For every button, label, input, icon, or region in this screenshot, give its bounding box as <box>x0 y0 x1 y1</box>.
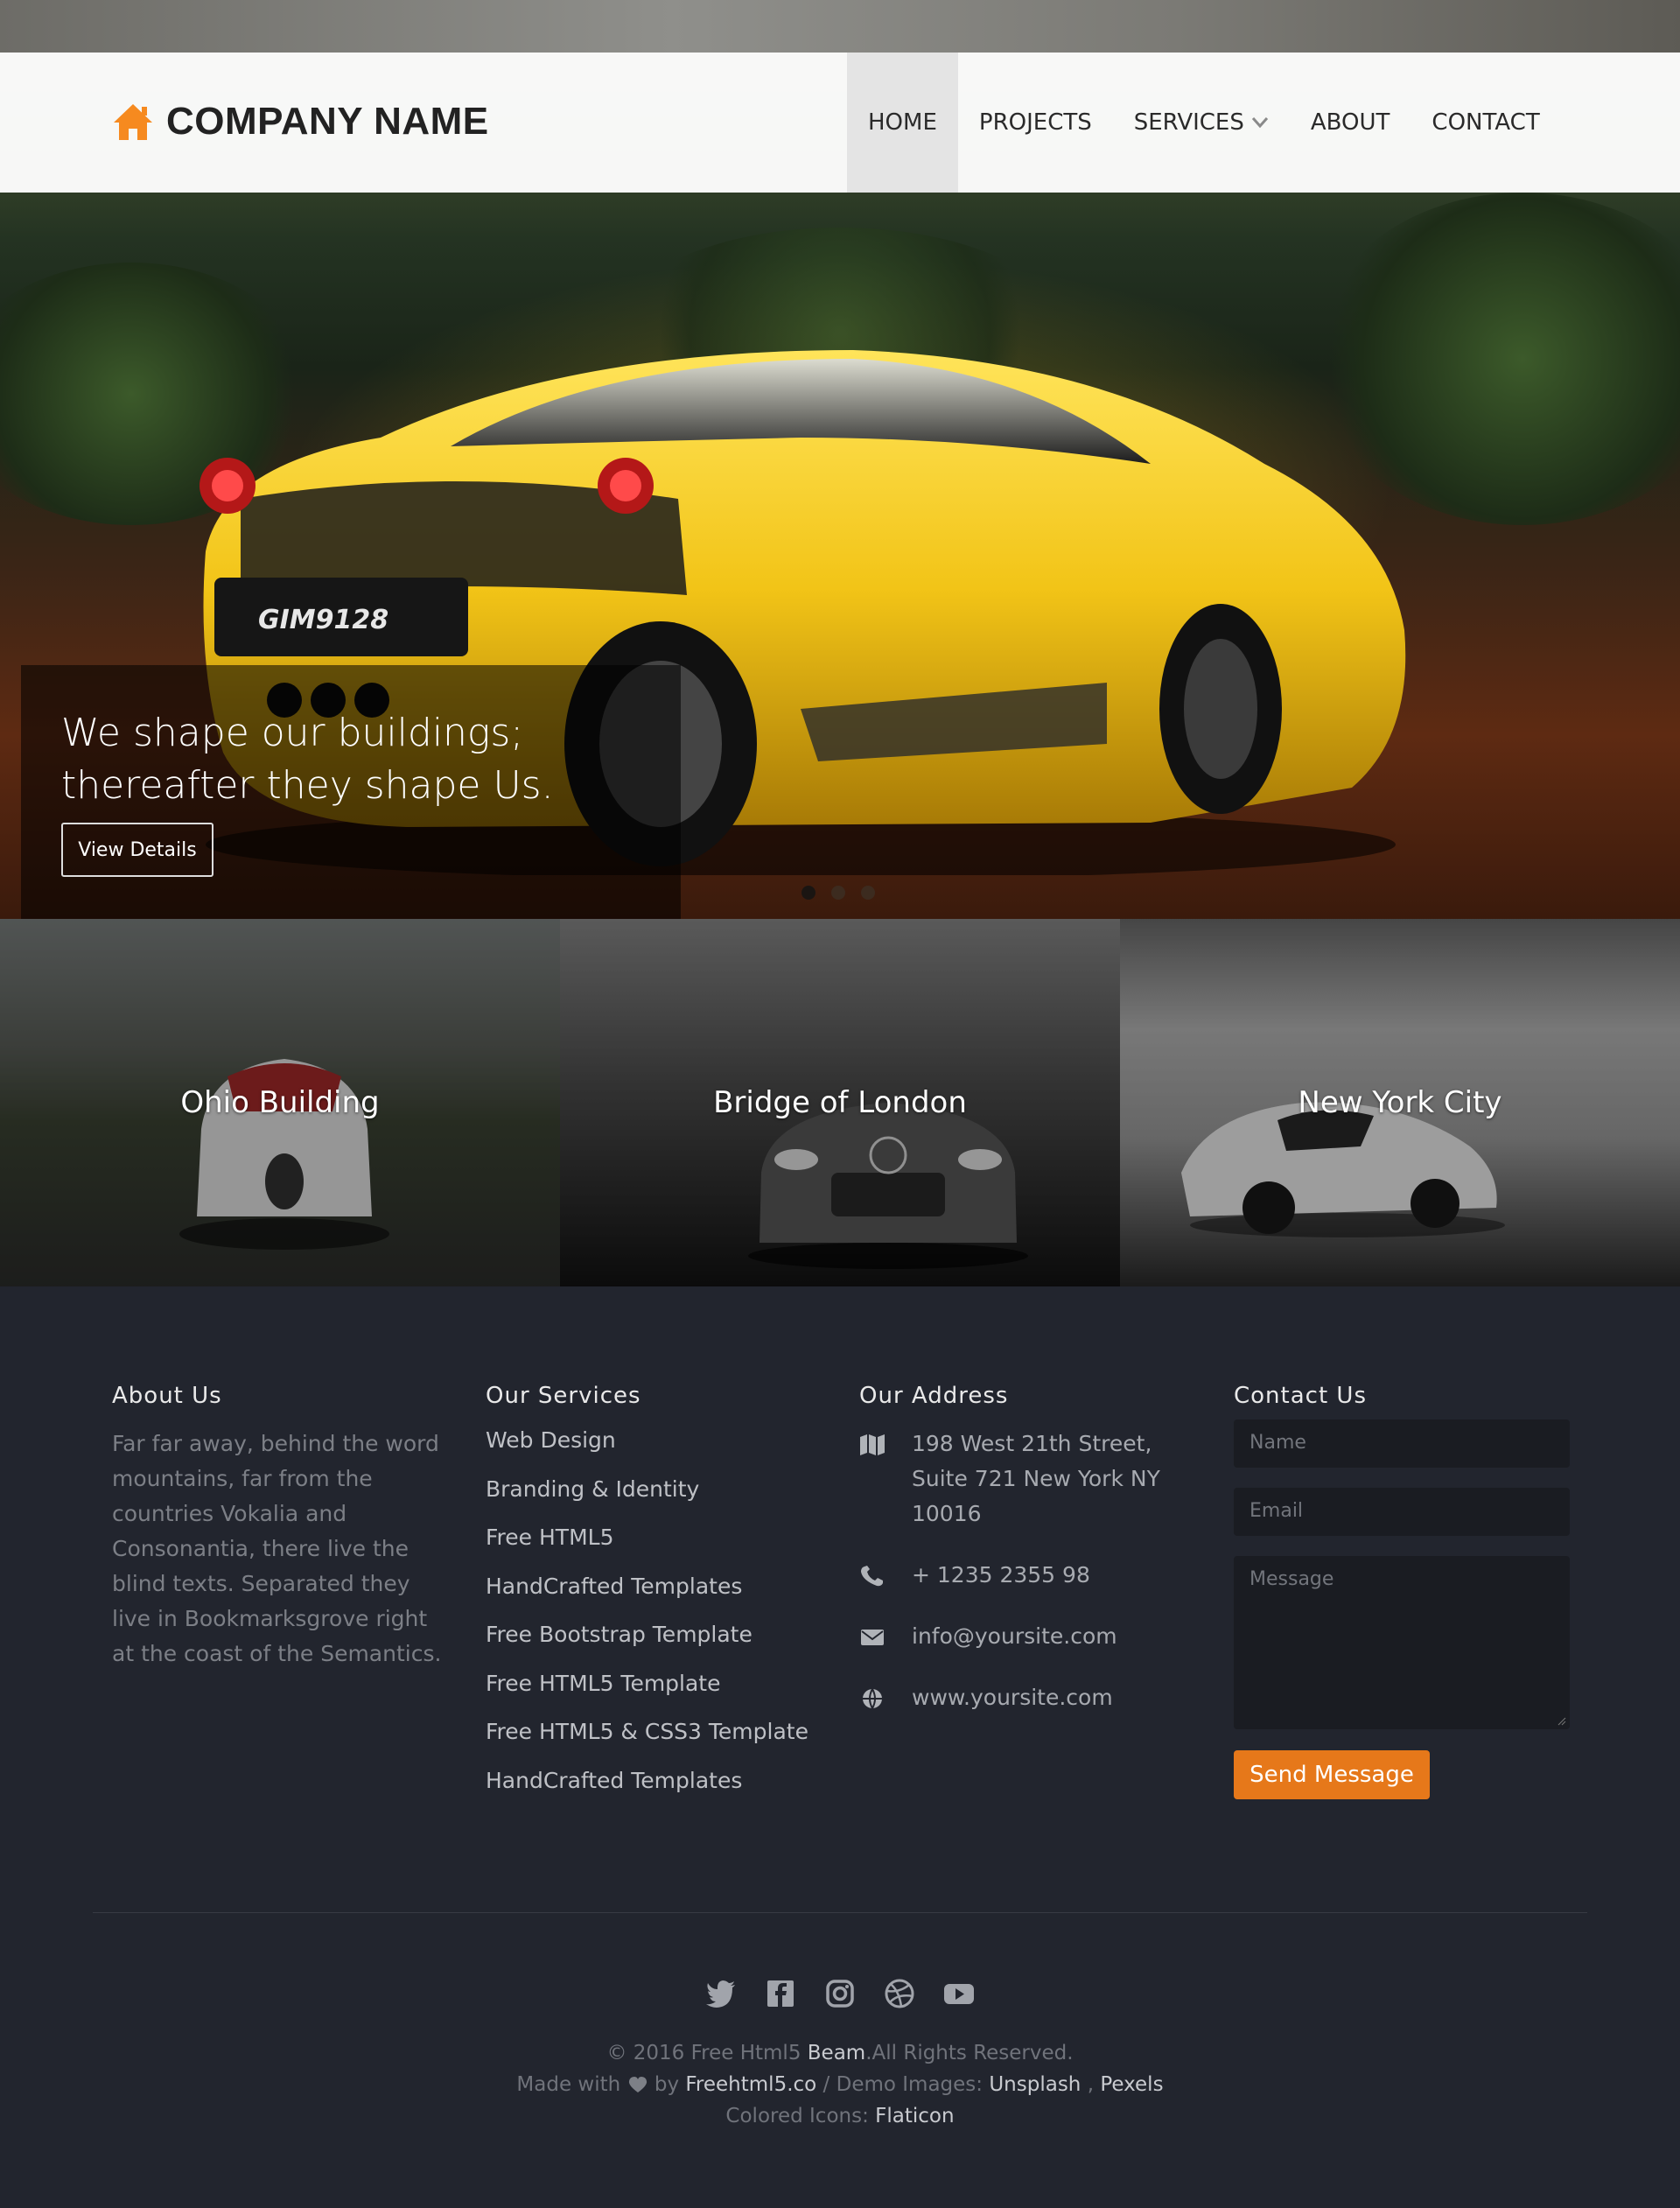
service-link[interactable]: HandCrafted Templates <box>486 1562 808 1611</box>
about-column: About Us Far far away, behind the word m… <box>112 1383 453 1672</box>
address-phone: + 1235 2355 98 <box>859 1558 1174 1593</box>
email-link[interactable]: info@yoursite.com <box>912 1623 1117 1649</box>
chevron-down-icon <box>1251 117 1268 129</box>
beam-link[interactable]: Beam <box>808 2042 865 2064</box>
home-icon <box>114 104 152 140</box>
copyright-prefix: © 2016 Free Html5 <box>606 2042 802 2064</box>
nav-services-label: SERVICES <box>1133 109 1244 136</box>
phone-icon <box>861 1566 883 1587</box>
nav-projects[interactable]: PROJECTS <box>958 53 1113 193</box>
hero-caption: We shape our buildings; thereafter they … <box>21 665 681 919</box>
made-with-text: Made with <box>516 2073 621 2096</box>
service-link[interactable]: HandCrafted Templates <box>486 1756 808 1805</box>
unsplash-link[interactable]: Unsplash <box>989 2073 1081 2096</box>
address-column: Our Address 198 West 21th Street, Suite … <box>859 1383 1174 1715</box>
address-title: Our Address <box>859 1383 1009 1409</box>
demo-images-text: / Demo Images: <box>822 2073 984 2096</box>
dribbble-icon[interactable] <box>884 1978 915 2009</box>
hero-title: We shape our buildings; thereafter they … <box>61 711 554 808</box>
services-title: Our Services <box>486 1383 641 1409</box>
flaticon-link[interactable]: Flaticon <box>875 2105 954 2127</box>
top-navbar: COMPANY NAME HOME PROJECTS SERVICES ABOU… <box>0 53 1680 193</box>
instagram-icon[interactable] <box>824 1978 856 2009</box>
twitter-icon[interactable] <box>705 1978 737 2009</box>
service-link[interactable]: Free HTML5 Template <box>486 1659 808 1708</box>
nav-contact[interactable]: CONTACT <box>1410 53 1560 193</box>
project-label: Ohio Building <box>180 1085 380 1120</box>
project-label: Bridge of London <box>713 1085 967 1120</box>
about-title: About Us <box>112 1383 222 1409</box>
colored-icons-line: Colored Icons: Flaticon <box>0 2100 1680 2132</box>
footer-divider <box>93 1912 1587 1913</box>
freehtml5-link[interactable]: Freehtml5.co <box>685 2073 816 2096</box>
address-email: info@yoursite.com <box>859 1619 1174 1654</box>
youtube-icon[interactable] <box>943 1978 975 2009</box>
about-text: Far far away, behind the word mountains,… <box>112 1431 442 1666</box>
website-link[interactable]: www.yoursite.com <box>912 1685 1113 1710</box>
comma-separator: , <box>1087 2073 1095 2096</box>
pexels-link[interactable]: Pexels <box>1100 2073 1163 2096</box>
email-field[interactable]: Email <box>1234 1488 1570 1536</box>
street-text: 198 West 21th Street, Suite 721 New York… <box>912 1431 1160 1526</box>
services-column: Our Services Web Design Branding & Ident… <box>486 1383 808 1805</box>
name-field[interactable]: Name <box>1234 1419 1570 1468</box>
service-link[interactable]: Free Bootstrap Template <box>486 1610 808 1659</box>
resize-handle-icon[interactable] <box>1558 1717 1566 1726</box>
slider-dot-3[interactable] <box>861 886 875 900</box>
contact-column: Contact Us Name Email Message Send Messa… <box>1234 1383 1570 1799</box>
nav-about[interactable]: ABOUT <box>1290 53 1411 193</box>
service-link[interactable]: Free HTML5 & CSS3 Template <box>486 1707 808 1756</box>
hero-slider: GIM9128 COMPANY NAME HOME PROJECTS SERVI… <box>0 0 1680 919</box>
facebook-icon[interactable] <box>765 1978 796 2009</box>
copyright-suffix: .All Rights Reserved. <box>865 2042 1074 2064</box>
address-website: www.yoursite.com <box>859 1680 1174 1715</box>
nav-home[interactable]: HOME <box>847 53 958 193</box>
brand-logo[interactable]: COMPANY NAME <box>112 100 489 144</box>
by-text: by <box>654 2073 680 2096</box>
message-field[interactable]: Message <box>1234 1556 1570 1729</box>
view-details-button[interactable]: View Details <box>61 823 214 877</box>
address-street: 198 West 21th Street, Suite 721 New York… <box>859 1426 1174 1532</box>
site-footer: About Us Far far away, behind the word m… <box>0 1286 1680 2208</box>
brand-name: COMPANY NAME <box>166 100 489 143</box>
projects-strip: Ohio Building Bridge of London New York … <box>0 919 1680 1286</box>
slider-dot-1[interactable] <box>802 886 816 900</box>
heart-icon <box>628 2077 647 2092</box>
license-plate-text: GIM9128 <box>258 605 388 635</box>
globe-icon <box>863 1688 882 1709</box>
colored-icons-text: Colored Icons: <box>725 2105 869 2127</box>
nav-services[interactable]: SERVICES <box>1113 53 1290 193</box>
project-tile-london[interactable]: Bridge of London <box>560 919 1120 1286</box>
service-link[interactable]: Free HTML5 <box>486 1513 808 1562</box>
main-nav: HOME PROJECTS SERVICES ABOUT CONTACT <box>847 53 1561 193</box>
contact-title: Contact Us <box>1234 1383 1367 1409</box>
service-link[interactable]: Web Design <box>486 1416 808 1465</box>
service-link[interactable]: Branding & Identity <box>486 1465 808 1514</box>
project-label: New York City <box>1298 1085 1502 1120</box>
message-placeholder: Message <box>1250 1568 1334 1590</box>
send-message-button[interactable]: Send Message <box>1234 1750 1430 1799</box>
hero-sky-strip <box>0 0 1680 53</box>
slider-dots <box>802 886 875 900</box>
envelope-icon <box>861 1630 884 1645</box>
copyright-line: © 2016 Free Html5 Beam.All Rights Reserv… <box>0 2037 1680 2069</box>
slider-dot-2[interactable] <box>831 886 845 900</box>
project-tile-ohio[interactable]: Ohio Building <box>0 919 560 1286</box>
phone-text: + 1235 2355 98 <box>912 1562 1090 1588</box>
footer-credits: © 2016 Free Html5 Beam.All Rights Reserv… <box>0 2037 1680 2132</box>
social-links <box>0 1978 1680 2009</box>
map-icon <box>860 1434 885 1455</box>
project-tile-newyork[interactable]: New York City <box>1120 919 1680 1286</box>
made-with-line: Made with by Freehtml5.co / Demo Images:… <box>0 2069 1680 2100</box>
